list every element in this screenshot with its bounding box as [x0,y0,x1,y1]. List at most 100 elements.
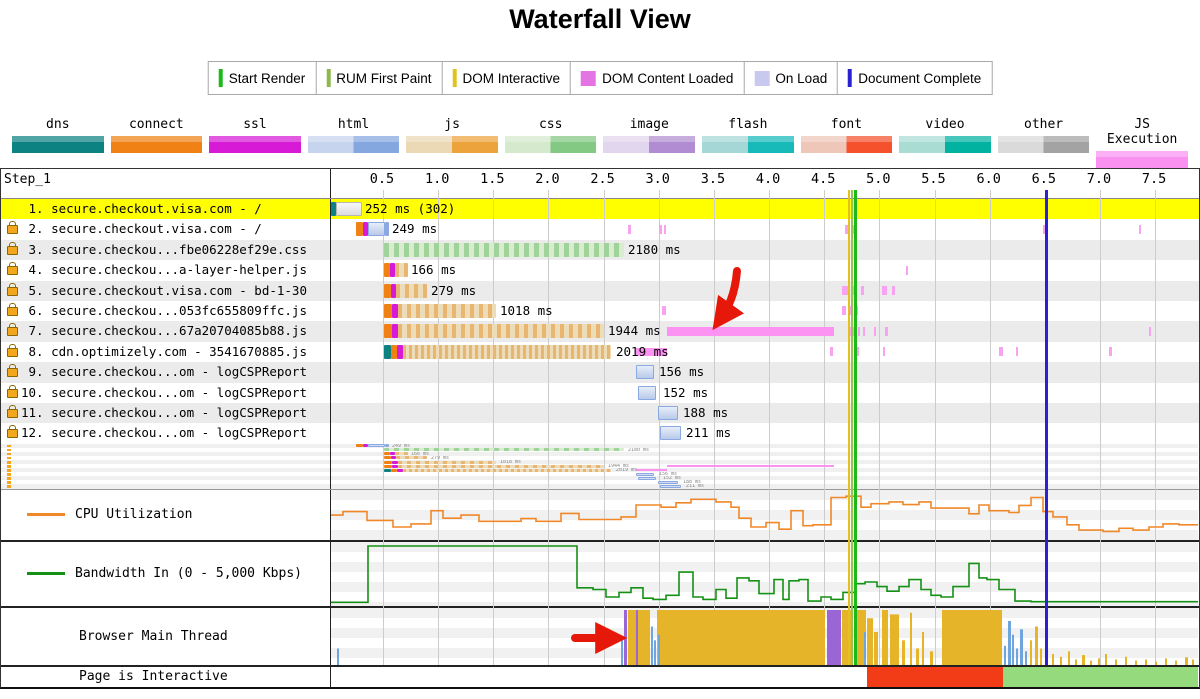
condensed-row-label: 12. secure.checkou...om - logCSPReport [1,484,330,488]
request-row[interactable]: 11. secure.checkou...om - logCSPReport18… [1,403,1199,423]
legend-item: DOM Interactive [442,62,571,94]
js-execution-tick [906,266,908,275]
request-label[interactable]: 2. secure.checkout.visa.com - / [21,219,262,239]
request-bar-segment [384,465,392,468]
request-row[interactable]: 9. secure.checkou...om - logCSPReport156… [1,362,1199,382]
waterfall-view-page: Waterfall View Start RenderRUM First Pai… [0,0,1200,699]
js-execution-tick [842,286,848,295]
resource-color-bar [603,136,695,153]
main-thread-bar [930,651,933,665]
request-label[interactable]: 5. secure.checkout.visa.com - bd-1-30 [21,281,307,301]
resource-color-bar [801,136,893,153]
request-label[interactable]: 10. secure.checkou...om - logCSPReport [21,383,307,403]
request-label[interactable]: 4. secure.checkou...a-layer-helper.js [21,260,307,280]
legend-marker [326,69,330,87]
request-row[interactable]: 5. secure.checkout.visa.com - bd-1-30 279… [1,281,1199,301]
main-thread-bar [1175,660,1177,664]
request-time-label: 279 ms [431,281,476,301]
lock-icon [7,485,11,488]
axis-tick-label: 6.5 [1032,171,1056,187]
request-row[interactable]: 7. secure.checkou...67a20704085b88.js194… [1,321,1199,341]
request-label[interactable]: 7. secure.checkou...67a20704085b88.js [21,321,307,341]
request-row[interactable]: 6. secure.checkou...053fc655809ffc.js101… [1,301,1199,321]
main-thread-bar [658,634,660,664]
request-bar-segment [658,406,678,420]
request-bar-segment [636,365,654,379]
resource-label: dns [12,117,104,132]
bandwidth-chart [331,542,1198,606]
main-thread-bar [1115,659,1117,665]
resource-color-bar [1096,151,1188,168]
condensed-request-rows: 2. secure.checkout.visa.com - /3. secure… [1,444,1199,490]
legend-label: DOM Content Loaded [602,71,733,86]
main-thread-bar [1068,651,1070,665]
request-bar-segment [638,477,656,480]
lock-icon [7,348,18,357]
request-label[interactable]: 8. cdn.optimizely.com - 3541670885.js [21,342,307,362]
axis-tick-label: 2.5 [590,171,614,187]
request-bar-segment [398,461,496,464]
main-thread-bar [1135,660,1137,664]
js-execution-tick [628,225,631,234]
resource-color-bar [111,136,203,153]
main-thread-label: Browser Main Thread [79,629,228,644]
request-label[interactable]: 9. secure.checkou...om - logCSPReport [21,362,307,382]
resource-label: image [603,117,695,132]
main-thread-bar [1008,621,1011,665]
lock-icon [7,287,18,296]
resource-type-legend: dnsconnectsslhtmljscssimageflashfontvide… [12,117,1188,168]
request-bar-segment [403,469,611,472]
page-interactive-bar [331,667,1198,687]
js-execution-tick [664,225,666,234]
main-thread-section: Browser Main Thread [1,608,1199,667]
main-thread-legend: Browser Main Thread [1,608,331,665]
js-execution-tick [855,347,859,356]
request-label[interactable]: 12. secure.checkou...om - logCSPReport [21,423,307,443]
main-thread-bar [1192,659,1194,665]
request-label[interactable]: 6. secure.checkou...053fc655809ffc.js [21,301,307,321]
axis-tick-label: 3.5 [701,171,725,187]
request-label[interactable]: 3. secure.checkou...fbe06228ef29e.css [21,240,307,260]
js-execution-tick [882,286,887,295]
request-label[interactable]: 11. secure.checkou...om - logCSPReport [21,403,307,423]
resource-label: js [406,117,498,132]
main-thread-bar [1098,658,1100,665]
main-thread-bar [1004,645,1006,664]
request-bar-segment [384,345,391,359]
request-bar-segment [660,426,681,440]
page-title: Waterfall View [0,4,1200,35]
request-time-label: 252 ms (302) [365,199,455,219]
request-row[interactable]: 4. secure.checkou...a-layer-helper.js166… [1,260,1199,280]
main-thread-bar [651,626,653,665]
js-execution-tick [883,347,885,356]
request-label[interactable]: 1. secure.checkout.visa.com - / [21,199,262,219]
main-thread-bar [337,648,339,665]
request-time-label: 279 ms [431,456,449,460]
request-row[interactable]: 3. secure.checkou...fbe06228ef29e.css218… [1,240,1199,260]
lock-icon [7,225,18,234]
request-row[interactable]: 8. cdn.optimizely.com - 3541670885.js201… [1,342,1199,362]
lock-icon [7,307,18,316]
bandwidth-legend: Bandwidth In (0 - 5,000 Kbps) [1,542,331,606]
js-execution-bar [667,327,834,336]
resource-legend-item: JS Execution [1096,117,1188,168]
resource-legend-item: video [899,117,991,168]
js-execution-bar [636,469,667,471]
js-execution-tick [830,347,833,356]
request-bar-segment [395,263,408,277]
request-bar-segment [368,222,385,236]
request-bar-segment [356,222,363,236]
request-row[interactable]: 2. secure.checkout.visa.com - /249 ms [1,219,1199,239]
request-row[interactable]: 12. secure.checkou...om - logCSPReport21… [1,423,1199,443]
request-row[interactable]: 1. secure.checkout.visa.com - / 252 ms (3… [1,199,1199,219]
main-thread-bar [1125,656,1127,664]
legend-label: RUM First Paint [336,71,431,86]
js-execution-tick [1016,347,1018,356]
request-row[interactable]: 10. secure.checkou...om - logCSPReport15… [1,383,1199,403]
bandwidth-section: Bandwidth In (0 - 5,000 Kbps) [1,542,1199,608]
js-execution-tick [874,327,876,336]
main-thread-bar [662,610,825,665]
main-thread-bar [628,610,650,665]
js-execution-bar [667,465,834,467]
axis-tick-label: 3.0 [646,171,670,187]
